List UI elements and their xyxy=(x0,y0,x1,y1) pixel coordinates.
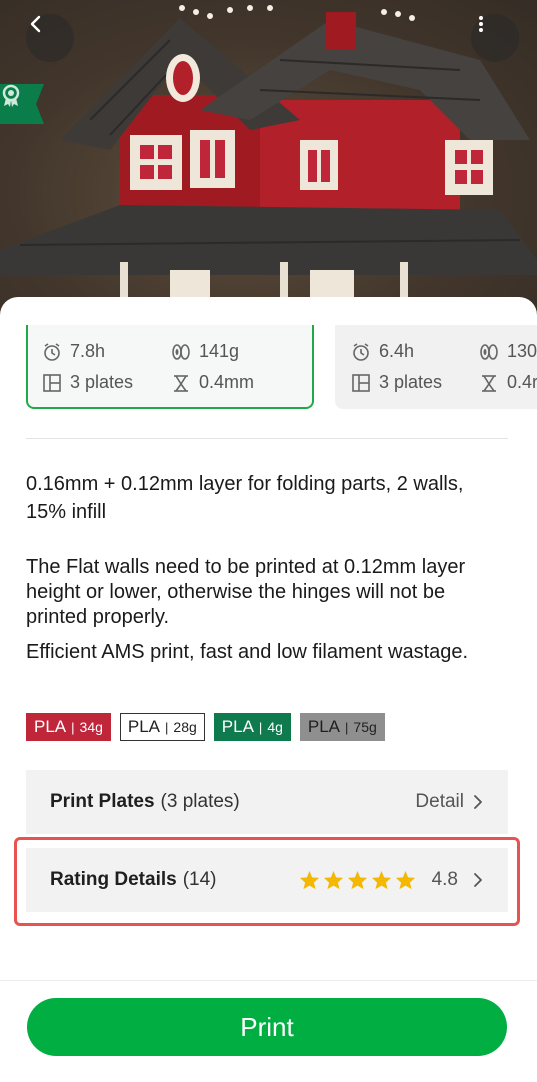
print-plates-count: (3 plates) xyxy=(160,791,240,812)
model-cover-image xyxy=(0,0,537,320)
detail-link[interactable]: Detail xyxy=(415,791,464,813)
filament-weight: 4g xyxy=(267,719,283,735)
profile-weight-value: 141g xyxy=(199,341,240,361)
back-button[interactable] xyxy=(26,14,74,62)
filament-spool-icon xyxy=(172,343,190,360)
print-plates-row[interactable]: Print Plates (3 plates) Detail xyxy=(26,770,508,834)
more-options-button[interactable] xyxy=(471,14,519,62)
plates-layout-icon xyxy=(352,373,370,392)
print-button[interactable]: Print xyxy=(27,998,507,1056)
profile-description: The Flat walls need to be printed at 0.1… xyxy=(26,556,466,628)
filament-weight: 75g xyxy=(353,719,377,735)
alarm-clock-icon xyxy=(353,342,369,361)
profile-plates: 3 plates xyxy=(42,372,133,393)
filament-tag: PLA | 4g xyxy=(213,713,291,741)
profile-time-value: 7.8h xyxy=(70,341,106,361)
print-plates-label: Print Plates xyxy=(50,791,155,812)
profile-weight: 130 xyxy=(479,341,537,362)
filament-type: PLA xyxy=(34,717,67,736)
filament-spool-icon xyxy=(480,343,498,360)
filament-tag: PLA | 75g xyxy=(299,713,385,741)
filament-type: PLA xyxy=(127,717,161,736)
award-ribbon-icon xyxy=(2,84,20,107)
more-vertical-icon xyxy=(479,16,483,32)
chevron-left-icon xyxy=(30,15,41,33)
nozzle-icon xyxy=(482,374,496,392)
profile-plates-value: 3 plates xyxy=(379,372,443,392)
profile-time: 6.4h xyxy=(351,341,414,362)
plates-layout-icon xyxy=(43,373,61,392)
profile-time-value: 6.4h xyxy=(379,341,415,361)
profile-time: 7.8h xyxy=(42,341,105,362)
model-house-illustration xyxy=(0,0,537,320)
nozzle-icon xyxy=(174,374,188,392)
bottom-action-bar: Print xyxy=(0,980,537,1082)
filament-tag: PLA | 28g xyxy=(119,713,205,741)
profile-weight: 141g xyxy=(171,341,239,362)
section-divider xyxy=(26,438,508,439)
model-detail-sheet: 7.8h 141g 3 plates 0.4mm 6.4h 130 3 plat… xyxy=(0,297,537,1082)
chevron-right-icon xyxy=(474,795,482,809)
profile-card-selected[interactable]: 7.8h 141g 3 plates 0.4mm xyxy=(26,325,314,409)
profile-nozzle: 0.4mm xyxy=(171,372,254,393)
filament-weight: 34g xyxy=(79,719,103,735)
rating-highlight-outline xyxy=(14,837,520,926)
profile-nozzle-value: 0.4mm xyxy=(199,372,255,392)
profile-title: 0.16mm + 0.12mm layer for folding parts,… xyxy=(26,473,464,523)
print-profile-list[interactable]: 7.8h 141g 3 plates 0.4mm 6.4h 130 3 plat… xyxy=(0,325,537,411)
filament-tag: PLA | 34g xyxy=(26,713,111,741)
profile-plates-value: 3 plates xyxy=(70,372,134,392)
filament-weight: 28g xyxy=(173,719,197,735)
filament-tags: PLA | 34g PLA | 28g PLA | 4g PLA | 75g xyxy=(26,713,385,741)
filament-type: PLA xyxy=(307,717,341,736)
profile-nozzle: 0.4r xyxy=(479,372,537,393)
profile-card[interactable]: 6.4h 130 3 plates 0.4r xyxy=(335,325,537,409)
filament-type: PLA xyxy=(221,717,254,736)
profile-nozzle-value: 0.4r xyxy=(507,372,537,392)
profile-plates: 3 plates xyxy=(351,372,442,393)
alarm-clock-icon xyxy=(44,342,60,361)
profile-description-secondary: Efficient AMS print, fast and low filame… xyxy=(26,641,469,663)
profile-weight-value: 130 xyxy=(507,341,537,361)
